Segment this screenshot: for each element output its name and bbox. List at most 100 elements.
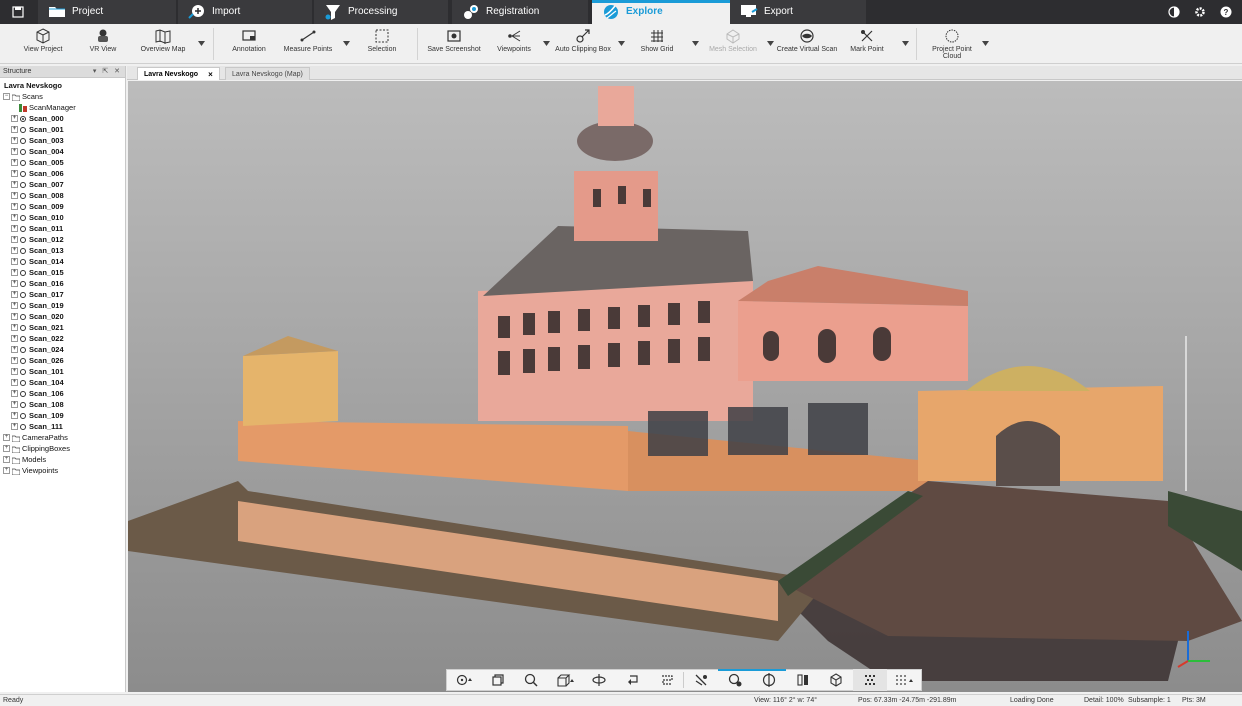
expand-icon[interactable]: + xyxy=(11,225,18,232)
tree-folder-item[interactable]: + CameraPaths xyxy=(3,432,68,443)
expand-icon[interactable]: + xyxy=(11,181,18,188)
expand-icon[interactable]: + xyxy=(11,390,18,397)
tree-scan-item[interactable]: + Scan_017 xyxy=(11,289,64,300)
tree-scan-item[interactable]: + Scan_019 xyxy=(11,300,64,311)
tab-project[interactable]: Project xyxy=(38,0,176,24)
tab-import[interactable]: Import xyxy=(178,0,312,24)
tree-root[interactable]: Lavra Nevskogo xyxy=(4,80,62,91)
expand-icon[interactable]: + xyxy=(11,412,18,419)
tree-scan-item[interactable]: + Scan_022 xyxy=(11,333,64,344)
tree-folder-item[interactable]: + Models xyxy=(3,454,46,465)
tab-export[interactable]: Export xyxy=(730,0,866,24)
overview-map-dropdown-icon[interactable] xyxy=(198,41,205,46)
tree-scan-item[interactable]: + Scan_101 xyxy=(11,366,64,377)
walk-mode-button[interactable] xyxy=(684,669,718,691)
split-view-button[interactable] xyxy=(752,669,786,691)
tree-scan-item[interactable]: + Scan_015 xyxy=(11,267,64,278)
tree-scan-item[interactable]: + Scan_104 xyxy=(11,377,64,388)
expand-icon[interactable]: + xyxy=(11,324,18,331)
3d-object-button[interactable] xyxy=(820,669,854,691)
tab-processing[interactable]: Processing xyxy=(314,0,448,24)
tree-scan-item[interactable]: + Scan_108 xyxy=(11,399,64,410)
collapse-icon[interactable]: − xyxy=(3,93,10,100)
tree-scan-item[interactable]: + Scan_012 xyxy=(11,234,64,245)
mark-point-dropdown-icon[interactable] xyxy=(902,41,909,46)
expand-icon[interactable]: + xyxy=(11,148,18,155)
expand-icon[interactable]: + xyxy=(11,379,18,386)
tree-scan-item[interactable]: + Scan_005 xyxy=(11,157,64,168)
expand-icon[interactable]: + xyxy=(11,137,18,144)
expand-icon[interactable]: + xyxy=(11,236,18,243)
annotation-button[interactable]: Annotation xyxy=(226,26,272,62)
tree-scan-item[interactable]: + Scan_006 xyxy=(11,168,64,179)
expand-icon[interactable]: + xyxy=(11,159,18,166)
tree-scan-item[interactable]: + Scan_010 xyxy=(11,212,64,223)
expand-icon[interactable]: + xyxy=(11,291,18,298)
tree-scan-item[interactable]: + Scan_008 xyxy=(11,190,64,201)
tree-folder-item[interactable]: + ClippingBoxes xyxy=(3,443,70,454)
compare-view-button[interactable] xyxy=(786,669,820,691)
perspective-button[interactable] xyxy=(548,669,582,691)
expand-icon[interactable]: + xyxy=(11,401,18,408)
expand-icon[interactable]: + xyxy=(11,313,18,320)
tree-scan-item[interactable]: + Scan_020 xyxy=(11,311,64,322)
top-view-button[interactable] xyxy=(481,669,515,691)
expand-icon[interactable]: + xyxy=(11,423,18,430)
tree-scan-item[interactable]: + Scan_111 xyxy=(11,421,63,432)
doc-tab-main[interactable]: Lavra Nevskogo × xyxy=(137,67,220,80)
expand-icon[interactable]: + xyxy=(3,467,10,474)
save-screenshot-button[interactable]: Save Screenshot xyxy=(426,26,482,62)
overview-map-button[interactable]: Overview Map xyxy=(138,26,188,62)
tree-scan-item[interactable]: + Scan_026 xyxy=(11,355,64,366)
tree-scan-item[interactable]: + Scan_001 xyxy=(11,124,64,135)
tab-explore[interactable]: Explore xyxy=(592,0,730,24)
expand-icon[interactable]: + xyxy=(11,269,18,276)
expand-icon[interactable]: + xyxy=(11,280,18,287)
grid-density-button[interactable] xyxy=(887,669,921,691)
tree-scan-item[interactable]: + Scan_000 xyxy=(11,113,64,124)
create-virtual-scan-button[interactable]: Create Virtual Scan xyxy=(776,26,838,62)
expand-icon[interactable]: + xyxy=(3,445,10,452)
mesh-selection-button[interactable]: Mesh Selection xyxy=(706,26,760,62)
save-button[interactable] xyxy=(0,0,36,24)
viewpoints-dropdown-icon[interactable] xyxy=(543,41,550,46)
expand-icon[interactable]: + xyxy=(11,126,18,133)
tree-folder-item[interactable]: + Viewpoints xyxy=(3,465,58,476)
auto-clipping-box-button[interactable]: Auto Clipping Box xyxy=(554,26,612,62)
tree-scan-item[interactable]: + Scan_007 xyxy=(11,179,64,190)
expand-icon[interactable]: + xyxy=(11,247,18,254)
tab-registration[interactable]: Registration xyxy=(452,0,588,24)
tree-scan-item[interactable]: + Scan_013 xyxy=(11,245,64,256)
tree-folder-scans[interactable]: − Scans xyxy=(3,91,43,102)
points-mode-button[interactable] xyxy=(853,669,888,691)
project-point-cloud-button[interactable]: Project Point Cloud xyxy=(926,26,978,62)
expand-icon[interactable]: + xyxy=(11,214,18,221)
show-grid-dropdown-icon[interactable] xyxy=(692,41,699,46)
navigation-mode-button[interactable] xyxy=(447,669,481,691)
auto-clipping-dropdown-icon[interactable] xyxy=(618,41,625,46)
path-view-button[interactable] xyxy=(650,669,684,691)
tree-scan-item[interactable]: + Scan_024 xyxy=(11,344,64,355)
expand-icon[interactable]: + xyxy=(11,192,18,199)
undo-view-button[interactable] xyxy=(616,669,650,691)
expand-icon[interactable]: + xyxy=(11,346,18,353)
gear-icon[interactable] xyxy=(1194,6,1206,18)
vr-view-button[interactable]: VR View xyxy=(80,26,126,62)
expand-icon[interactable]: + xyxy=(11,368,18,375)
help-icon[interactable]: ? xyxy=(1220,6,1232,18)
tree-scan-item[interactable]: + Scan_021 xyxy=(11,322,64,333)
theme-toggle-icon[interactable] xyxy=(1168,6,1180,18)
expand-icon[interactable]: + xyxy=(11,258,18,265)
project-point-cloud-dropdown-icon[interactable] xyxy=(982,41,989,46)
expand-icon[interactable]: + xyxy=(11,170,18,177)
zoom-extents-button[interactable] xyxy=(515,669,549,691)
view-project-button[interactable]: View Project xyxy=(18,26,68,62)
mesh-selection-dropdown-icon[interactable] xyxy=(767,41,774,46)
expand-icon[interactable]: + xyxy=(11,335,18,342)
close-tab-icon[interactable]: × xyxy=(208,70,213,79)
tree-scan-item[interactable]: + Scan_009 xyxy=(11,201,64,212)
tree-scan-manager[interactable]: ScanManager xyxy=(19,102,76,113)
selection-button[interactable]: Selection xyxy=(362,26,402,62)
viewpoints-button[interactable]: Viewpoints xyxy=(492,26,536,62)
measure-points-button[interactable]: Measure Points xyxy=(280,26,336,62)
